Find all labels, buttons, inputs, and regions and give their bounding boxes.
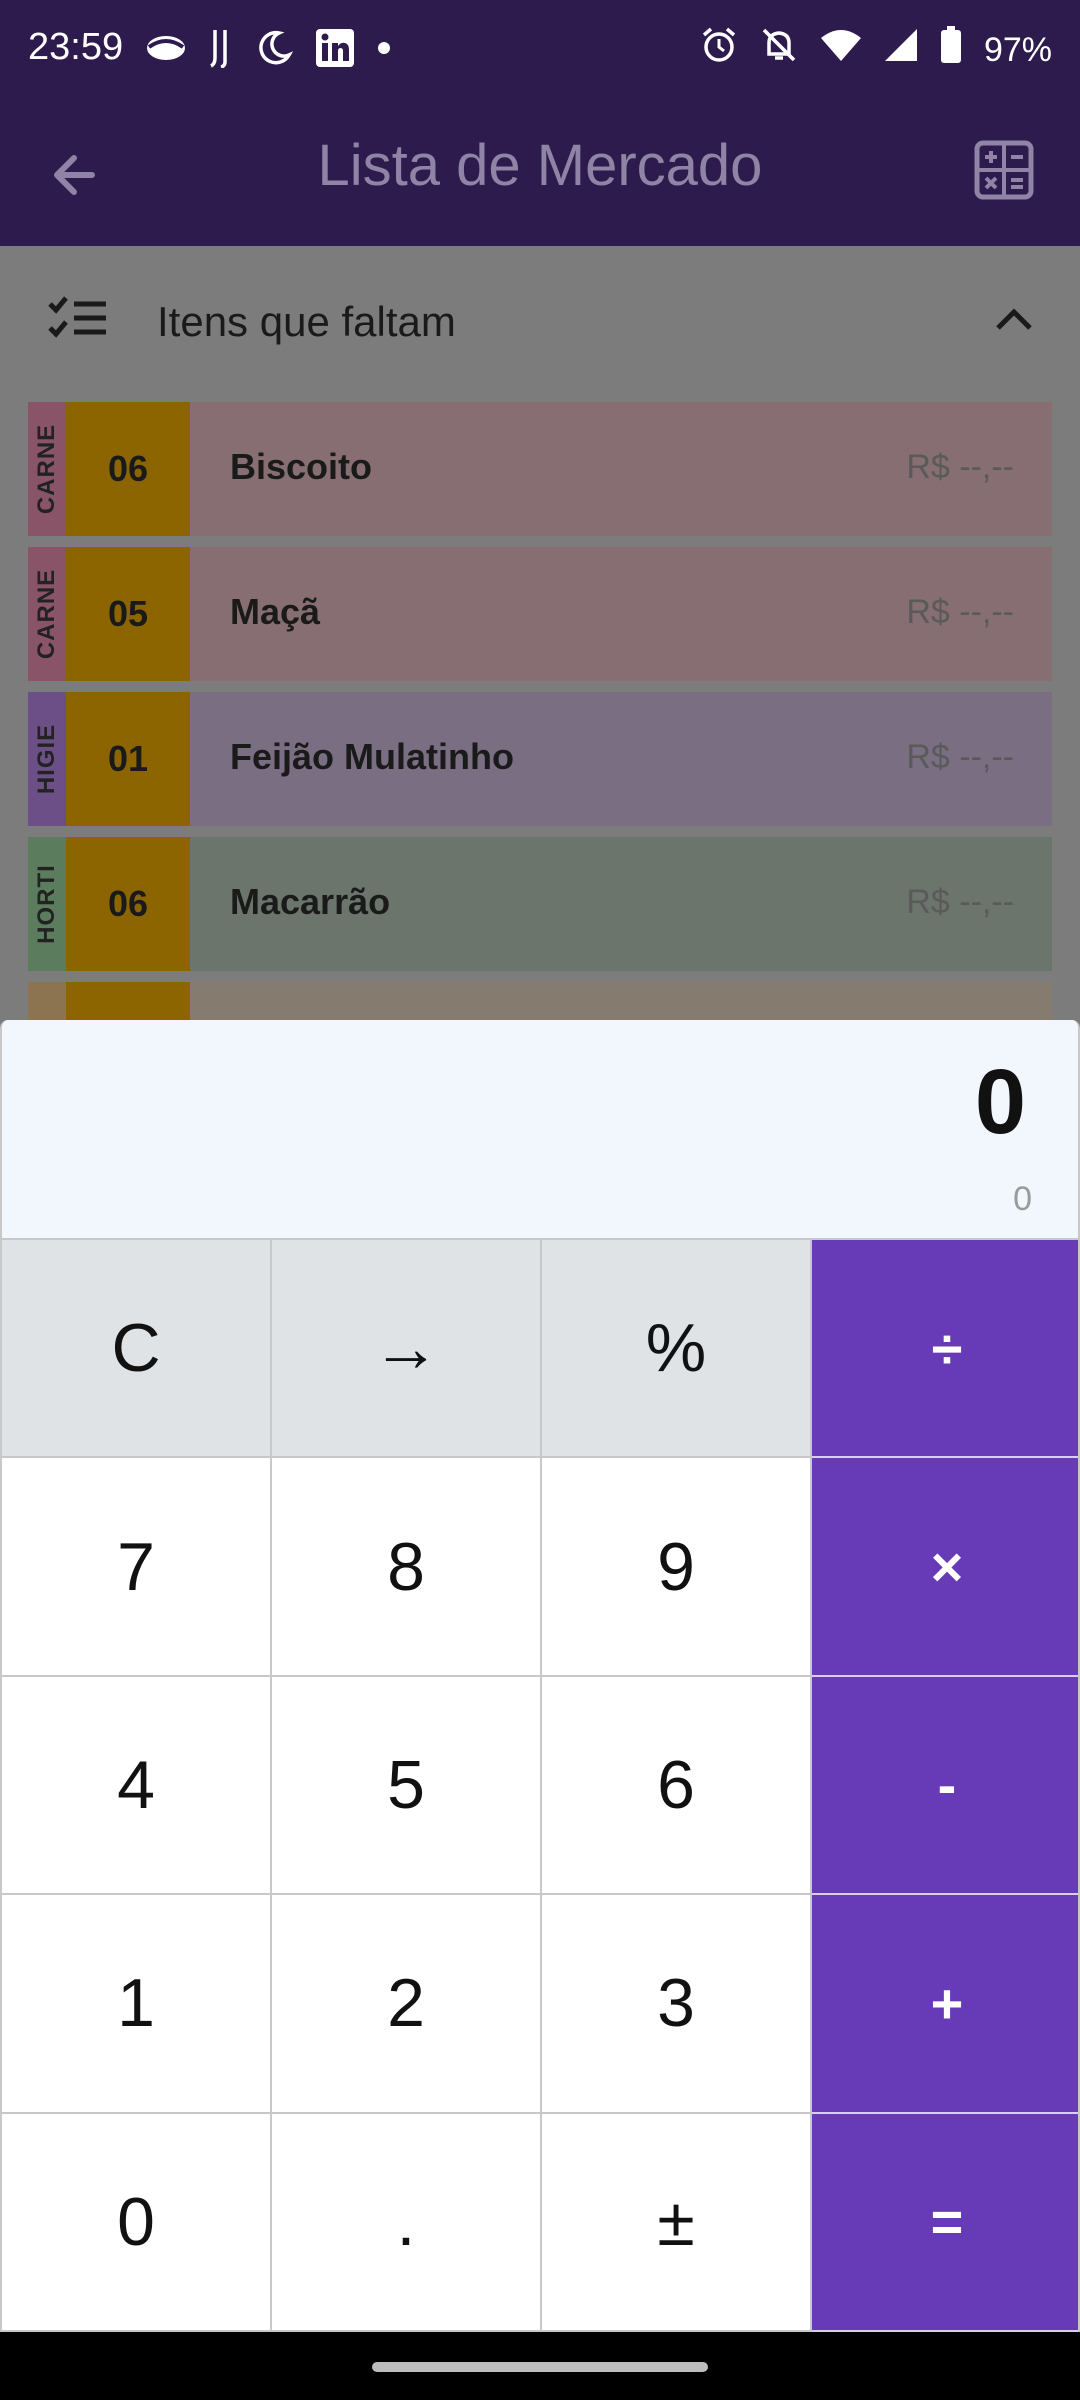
- quantity-badge: 06: [66, 402, 190, 536]
- moon-icon: [255, 29, 294, 72]
- item-price: R$ --,--: [906, 738, 1014, 776]
- decimal-key[interactable]: .: [272, 2113, 542, 2332]
- chevron-up-icon[interactable]: [992, 304, 1036, 334]
- wifi-icon: [820, 28, 862, 72]
- status-bar: 23:59 97%: [0, 0, 1080, 100]
- clear-key[interactable]: C: [2, 1240, 272, 1459]
- digit-6-key[interactable]: 6: [542, 1676, 812, 1896]
- home-gesture-handle[interactable]: [372, 2362, 708, 2372]
- item-price: R$ --,--: [906, 593, 1014, 631]
- list-item[interactable]: HIGIE 01 Feijão Mulatinho R$ --,--: [28, 692, 1052, 826]
- status-time: 23:59: [28, 26, 124, 68]
- alarm-icon: [700, 26, 738, 74]
- signal-icon: [884, 28, 918, 72]
- category-tag: CARNE: [28, 547, 66, 681]
- equals-key[interactable]: =: [812, 2113, 1078, 2332]
- notification-icons: [145, 28, 391, 73]
- digit-3-key[interactable]: 3: [542, 1895, 812, 2114]
- item-price: R$ --,--: [906, 883, 1014, 921]
- backspace-key[interactable]: →: [272, 1240, 542, 1459]
- digit-1-key[interactable]: 1: [2, 1895, 272, 2114]
- mute-icon: [760, 26, 798, 74]
- lj-icon: [209, 28, 233, 73]
- system-icons: 97%: [700, 26, 1052, 74]
- list-item[interactable]: CARNE 06 Biscoito R$ --,--: [28, 402, 1052, 536]
- category-tag: HORTI: [28, 837, 66, 971]
- digit-5-key[interactable]: 5: [272, 1676, 542, 1896]
- calculator-button[interactable]: [974, 140, 1034, 200]
- digit-4-key[interactable]: 4: [2, 1676, 272, 1896]
- item-name: Feijão Mulatinho: [230, 736, 514, 777]
- battery-icon: [940, 26, 962, 74]
- display-expression: 0: [1013, 1180, 1032, 1218]
- item-name: Macarrão: [230, 881, 391, 922]
- page-title: Lista de Mercado: [317, 133, 763, 198]
- app-bar: Lista de Mercado: [0, 100, 1080, 246]
- category-tag: CARNE: [28, 402, 66, 536]
- navigation-bar: [0, 2332, 1080, 2400]
- sign-toggle-key[interactable]: ±: [542, 2113, 812, 2332]
- item-price: R$ --,--: [906, 448, 1014, 486]
- checklist-icon: [48, 296, 106, 338]
- list-item[interactable]: HORTI 06 Macarrão R$ --,--: [28, 837, 1052, 971]
- eye-mask-icon: [145, 33, 187, 68]
- display-value: 0: [974, 1051, 1026, 1153]
- item-body: Macarrão R$ --,--: [190, 837, 1052, 971]
- section-title: Itens que faltam: [157, 298, 456, 345]
- linkedin-icon: [315, 28, 355, 73]
- battery-percent: 97%: [983, 31, 1052, 69]
- item-name: Maçã: [230, 591, 321, 632]
- dot-icon: [377, 41, 391, 60]
- item-name: Biscoito: [230, 446, 373, 487]
- keypad: C →% ÷ 7 8 9 × 4 5 6- 1 2 3 +0. ± =: [2, 1240, 1078, 2332]
- list-item[interactable]: CARNE 05 Maçã R$ --,--: [28, 547, 1052, 681]
- multiply-key[interactable]: ×: [812, 1458, 1078, 1677]
- quantity-badge: 06: [66, 837, 190, 971]
- subtract-key[interactable]: -: [812, 1676, 1078, 1896]
- percent-key[interactable]: %: [542, 1240, 812, 1459]
- digit-2-key[interactable]: 2: [272, 1895, 542, 2114]
- quantity-badge: 01: [66, 692, 190, 826]
- item-body: Feijão Mulatinho R$ --,--: [190, 692, 1052, 826]
- quantity-badge: 05: [66, 547, 190, 681]
- calculator-display: 0 0: [2, 1020, 1078, 1240]
- add-key[interactable]: +: [812, 1895, 1078, 2114]
- calculator-icon: [974, 140, 1034, 200]
- digit-7-key[interactable]: 7: [2, 1458, 272, 1677]
- divide-key[interactable]: ÷: [812, 1240, 1078, 1459]
- calculator-sheet: 0 0 C →% ÷ 7 8 9 × 4 5 6- 1 2 3 +0. ± =: [0, 1020, 1080, 2332]
- digit-9-key[interactable]: 9: [542, 1458, 812, 1677]
- digit-0-key[interactable]: 0: [2, 2113, 272, 2332]
- item-body: Maçã R$ --,--: [190, 547, 1052, 681]
- item-body: Biscoito R$ --,--: [190, 402, 1052, 536]
- shopping-list: Itens que faltam CARNE 06 Biscoito R$ --…: [0, 246, 1080, 1026]
- missing-items-header[interactable]: Itens que faltam: [0, 246, 1080, 396]
- digit-8-key[interactable]: 8: [272, 1458, 542, 1677]
- category-tag: HIGIE: [28, 692, 66, 826]
